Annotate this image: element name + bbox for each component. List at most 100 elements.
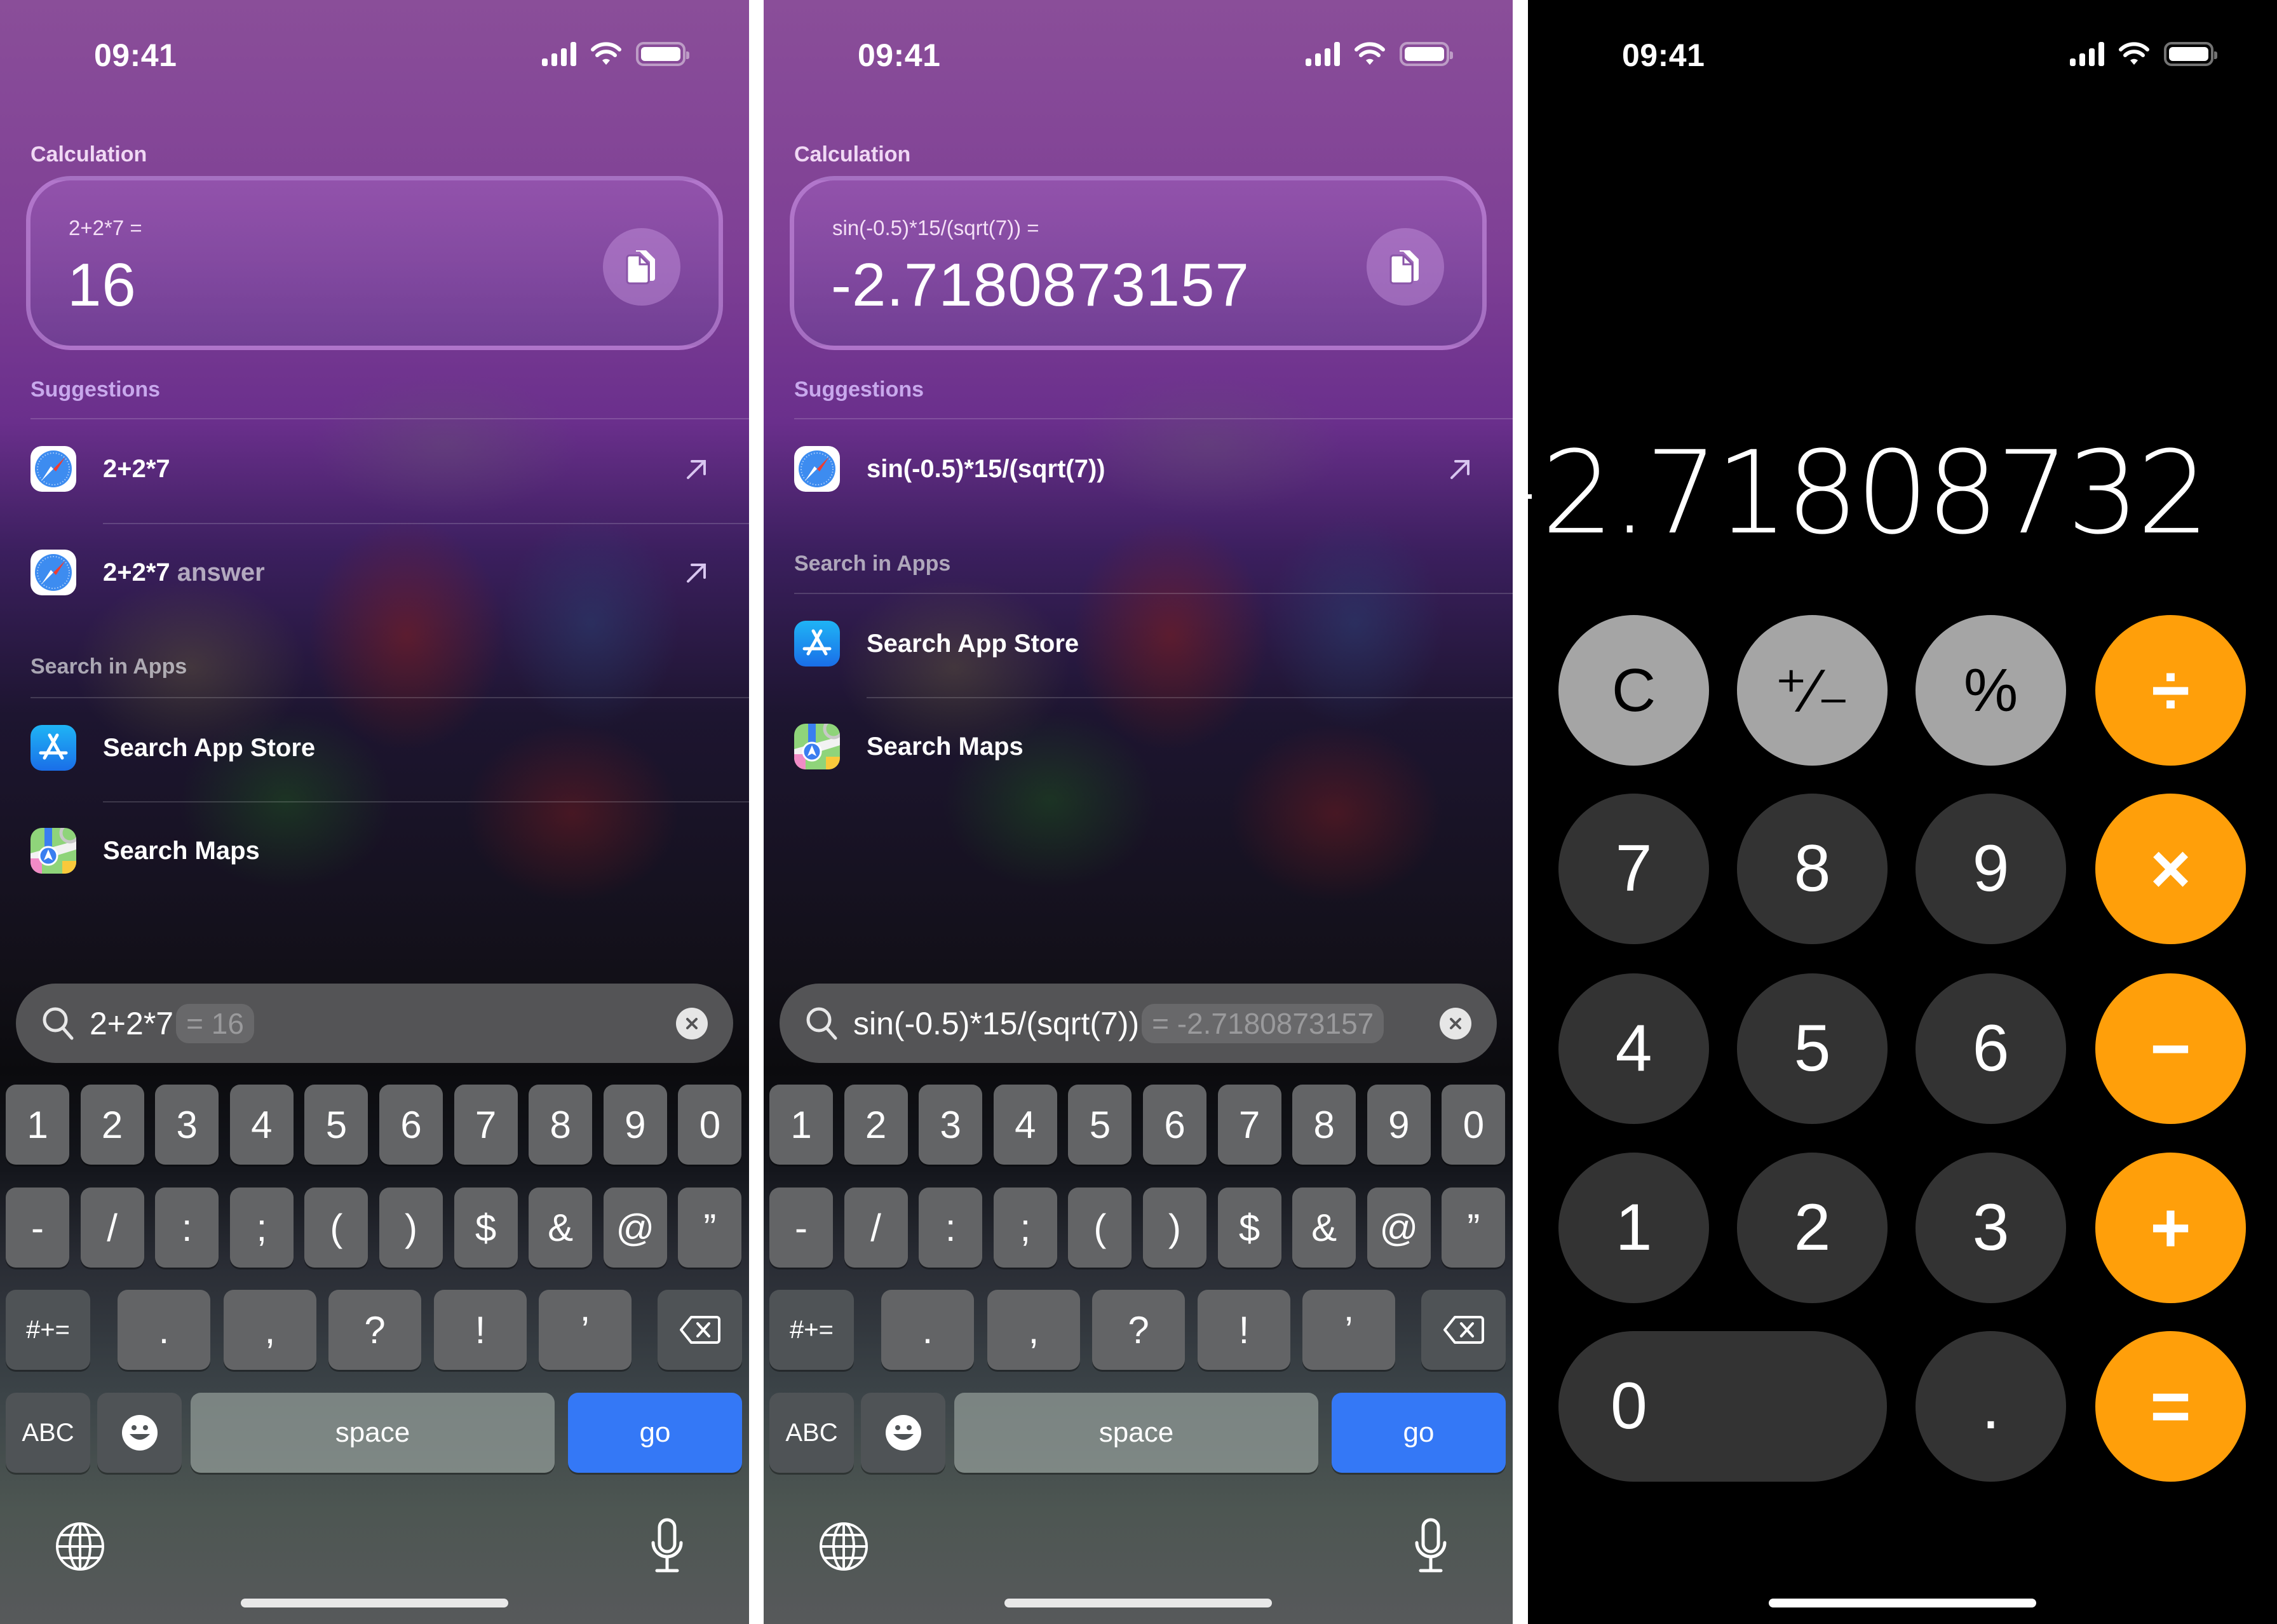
key-punctuation[interactable]: ? (328, 1290, 421, 1370)
calc-button-digit-8[interactable]: 8 (1737, 794, 1888, 944)
calculation-card[interactable]: 2+2*7 = 16 (26, 176, 723, 350)
calc-button-clear[interactable]: C (1558, 615, 1709, 766)
key-symbol[interactable]: / (844, 1188, 908, 1268)
calc-button-digit-6[interactable]: 6 (1916, 973, 2066, 1124)
more-symbols-key[interactable]: #+= (769, 1290, 854, 1370)
calculation-card[interactable]: sin(-0.5)*15/(sqrt(7)) = -2.7180873157 (790, 176, 1487, 350)
microphone-icon[interactable] (649, 1517, 685, 1574)
key-1[interactable]: 1 (6, 1085, 69, 1165)
key-symbol[interactable]: : (919, 1188, 983, 1268)
key-symbol[interactable]: - (769, 1188, 833, 1268)
calc-button-divide[interactable]: ÷ (2095, 615, 2246, 766)
microphone-icon[interactable] (1413, 1517, 1449, 1574)
key-symbol[interactable]: ) (379, 1188, 443, 1268)
key-9[interactable]: 9 (1367, 1085, 1431, 1165)
calc-button-add[interactable]: + (2095, 1153, 2246, 1303)
search-maps-row[interactable]: Search Maps (764, 702, 1513, 791)
key-symbol[interactable]: $ (1217, 1188, 1281, 1268)
key-5[interactable]: 5 (1068, 1085, 1132, 1165)
open-arrow-icon[interactable] (684, 456, 710, 482)
calc-button-digit-1[interactable]: 1 (1558, 1153, 1709, 1303)
key-symbol[interactable]: $ (454, 1188, 518, 1268)
search-app-store-row[interactable]: Search App Store (764, 599, 1513, 688)
calc-button-digit-3[interactable]: 3 (1916, 1153, 2066, 1303)
calc-button-decimal[interactable]: . (1916, 1331, 2066, 1482)
key-punctuation[interactable]: . (881, 1290, 974, 1370)
clear-search-button[interactable] (1440, 1008, 1471, 1039)
key-3[interactable]: 3 (919, 1085, 983, 1165)
key-2[interactable]: 2 (844, 1085, 908, 1165)
key-punctuation[interactable]: ’ (1302, 1290, 1395, 1370)
calc-button-digit-2[interactable]: 2 (1737, 1153, 1888, 1303)
emoji-key[interactable] (861, 1393, 945, 1473)
calc-button-digit-7[interactable]: 7 (1558, 794, 1709, 944)
suggestion-row[interactable]: 2+2*7 answer (0, 528, 749, 617)
go-key[interactable]: go (1332, 1393, 1506, 1473)
key-punctuation[interactable]: ? (1092, 1290, 1185, 1370)
copy-result-button[interactable] (603, 228, 680, 306)
clear-search-button[interactable] (676, 1008, 708, 1039)
suggestion-row[interactable]: 2+2*7 (0, 424, 749, 513)
key-4[interactable]: 4 (229, 1085, 294, 1165)
key-8[interactable]: 8 (1292, 1085, 1356, 1165)
key-symbol[interactable]: ” (1442, 1188, 1506, 1268)
key-punctuation[interactable]: , (224, 1290, 316, 1370)
go-key[interactable]: go (568, 1393, 742, 1473)
key-2[interactable]: 2 (80, 1085, 144, 1165)
key-symbol[interactable]: ; (229, 1188, 294, 1268)
calc-button-digit-0[interactable]: 0 (1558, 1331, 1887, 1482)
key-punctuation[interactable]: . (118, 1290, 210, 1370)
globe-icon[interactable] (55, 1521, 105, 1572)
key-symbol[interactable]: ) (1143, 1188, 1206, 1268)
key-7[interactable]: 7 (454, 1085, 518, 1165)
key-0[interactable]: 0 (678, 1085, 742, 1165)
home-indicator[interactable] (1769, 1599, 2036, 1607)
key-symbol[interactable]: ( (304, 1188, 368, 1268)
spotlight-search-field[interactable]: sin(-0.5)*15/(sqrt(7)) = -2.7180873157 (780, 984, 1497, 1063)
abc-key[interactable]: ABC (769, 1393, 854, 1473)
open-arrow-icon[interactable] (1448, 456, 1473, 482)
emoji-key[interactable] (97, 1393, 182, 1473)
calc-button-subtract[interactable]: − (2095, 973, 2246, 1124)
key-6[interactable]: 6 (379, 1085, 443, 1165)
key-punctuation[interactable]: ’ (539, 1290, 632, 1370)
key-3[interactable]: 3 (155, 1085, 219, 1165)
search-maps-row[interactable]: Search Maps (0, 806, 749, 895)
globe-icon[interactable] (818, 1521, 869, 1572)
key-7[interactable]: 7 (1217, 1085, 1281, 1165)
open-arrow-icon[interactable] (684, 560, 710, 585)
backspace-key[interactable] (658, 1290, 742, 1370)
space-key[interactable]: space (191, 1393, 555, 1473)
space-key[interactable]: space (954, 1393, 1318, 1473)
key-symbol[interactable]: : (155, 1188, 219, 1268)
key-symbol[interactable]: ( (1068, 1188, 1132, 1268)
more-symbols-key[interactable]: #+= (6, 1290, 90, 1370)
spotlight-search-field[interactable]: 2+2*7 = 16 (16, 984, 733, 1063)
backspace-key[interactable] (1421, 1290, 1506, 1370)
key-symbol[interactable]: ” (678, 1188, 742, 1268)
key-5[interactable]: 5 (304, 1085, 368, 1165)
key-symbol[interactable]: @ (603, 1188, 667, 1268)
key-1[interactable]: 1 (769, 1085, 833, 1165)
suggestion-row[interactable]: sin(-0.5)*15/(sqrt(7)) (764, 424, 1513, 513)
key-9[interactable]: 9 (603, 1085, 667, 1165)
calc-button-multiply[interactable]: × (2095, 794, 2246, 944)
search-app-store-row[interactable]: Search App Store (0, 703, 749, 792)
key-symbol[interactable]: & (1292, 1188, 1356, 1268)
copy-result-button[interactable] (1367, 228, 1444, 306)
calc-button-percent[interactable]: % (1916, 615, 2066, 766)
calc-button-plus-minus[interactable]: ⁺⁄₋ (1737, 615, 1888, 766)
calc-button-digit-9[interactable]: 9 (1916, 794, 2066, 944)
abc-key[interactable]: ABC (6, 1393, 90, 1473)
key-8[interactable]: 8 (529, 1085, 593, 1165)
key-symbol[interactable]: & (529, 1188, 593, 1268)
home-indicator[interactable] (1004, 1599, 1272, 1607)
key-6[interactable]: 6 (1143, 1085, 1206, 1165)
key-symbol[interactable]: / (80, 1188, 144, 1268)
key-symbol[interactable]: - (6, 1188, 69, 1268)
key-punctuation[interactable]: ! (1198, 1290, 1290, 1370)
key-0[interactable]: 0 (1442, 1085, 1506, 1165)
key-symbol[interactable]: @ (1367, 1188, 1431, 1268)
calc-button-digit-4[interactable]: 4 (1558, 973, 1709, 1124)
key-symbol[interactable]: ; (993, 1188, 1057, 1268)
